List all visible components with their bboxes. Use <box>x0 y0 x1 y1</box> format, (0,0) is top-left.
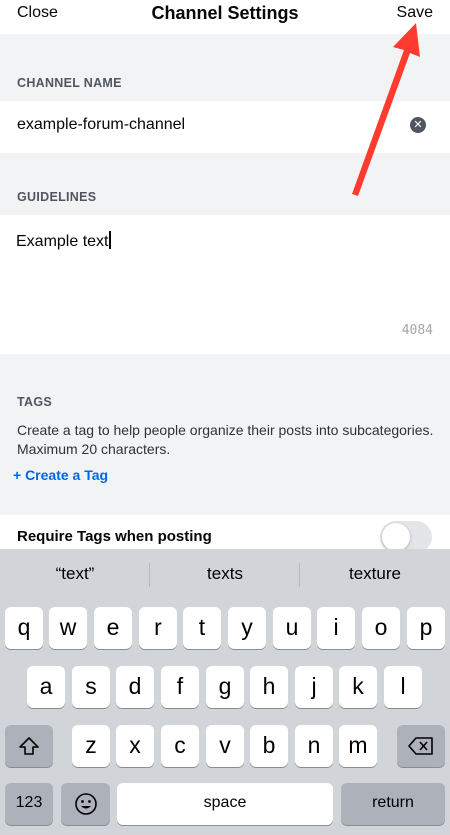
numbers-key[interactable]: 123 <box>5 783 53 825</box>
space-key[interactable]: space <box>117 783 333 825</box>
ios-keyboard: “text” texts texture q w e r t y u i o p… <box>0 549 450 835</box>
key-h[interactable]: h <box>250 666 288 708</box>
return-key[interactable]: return <box>341 783 445 825</box>
require-tags-label: Require Tags when posting <box>17 528 212 545</box>
suggestion-3[interactable]: texture <box>300 564 450 584</box>
create-tag-link[interactable]: + Create a Tag <box>13 467 108 483</box>
guidelines-text: Example text <box>16 231 111 251</box>
key-i[interactable]: i <box>317 607 355 649</box>
key-n[interactable]: n <box>295 725 333 767</box>
key-a[interactable]: a <box>27 666 65 708</box>
key-q[interactable]: q <box>5 607 43 649</box>
emoji-key[interactable] <box>61 783 110 825</box>
key-y[interactable]: y <box>228 607 266 649</box>
tags-label: TAGS <box>17 395 52 409</box>
key-p[interactable]: p <box>407 607 445 649</box>
toggle-knob <box>382 523 410 549</box>
channel-name-field[interactable]: example-forum-channel ✕ <box>0 101 450 153</box>
nav-header: Channel Settings Close Save <box>0 0 450 34</box>
key-w[interactable]: w <box>49 607 87 649</box>
text-caret <box>109 231 111 249</box>
suggestion-2[interactable]: texts <box>150 564 300 584</box>
key-f[interactable]: f <box>161 666 199 708</box>
close-button[interactable]: Close <box>17 4 58 22</box>
guidelines-value: Example text <box>16 233 109 250</box>
key-m[interactable]: m <box>339 725 377 767</box>
channel-name-label: CHANNEL NAME <box>17 76 122 90</box>
save-button[interactable]: Save <box>397 4 433 22</box>
key-o[interactable]: o <box>362 607 400 649</box>
key-k[interactable]: k <box>339 666 377 708</box>
guidelines-label: GUIDELINES <box>17 190 97 204</box>
key-e[interactable]: e <box>94 607 132 649</box>
key-u[interactable]: u <box>273 607 311 649</box>
backspace-key[interactable] <box>397 725 445 767</box>
require-tags-row: Require Tags when posting <box>0 515 450 549</box>
key-c[interactable]: c <box>161 725 199 767</box>
key-v[interactable]: v <box>206 725 244 767</box>
character-counter: 4084 <box>401 323 433 338</box>
key-j[interactable]: j <box>295 666 333 708</box>
clear-circle-icon[interactable]: ✕ <box>410 117 426 133</box>
key-b[interactable]: b <box>250 725 288 767</box>
key-r[interactable]: r <box>139 607 177 649</box>
shift-icon <box>19 737 39 755</box>
key-t[interactable]: t <box>183 607 221 649</box>
key-x[interactable]: x <box>116 725 154 767</box>
guidelines-field[interactable]: Example text 4084 <box>0 215 450 354</box>
key-z[interactable]: z <box>72 725 110 767</box>
emoji-icon <box>74 793 97 815</box>
suggestion-1[interactable]: “text” <box>0 564 150 584</box>
shift-key[interactable] <box>5 725 53 767</box>
tags-description: Create a tag to help people organize the… <box>17 422 434 457</box>
key-l[interactable]: l <box>384 666 422 708</box>
key-g[interactable]: g <box>206 666 244 708</box>
key-s[interactable]: s <box>72 666 110 708</box>
require-tags-toggle[interactable] <box>380 521 432 549</box>
channel-name-value: example-forum-channel <box>17 116 186 133</box>
suggestion-bar: “text” texts texture <box>0 549 450 599</box>
key-d[interactable]: d <box>116 666 154 708</box>
backspace-icon <box>408 737 433 755</box>
page-title: Channel Settings <box>151 3 299 23</box>
